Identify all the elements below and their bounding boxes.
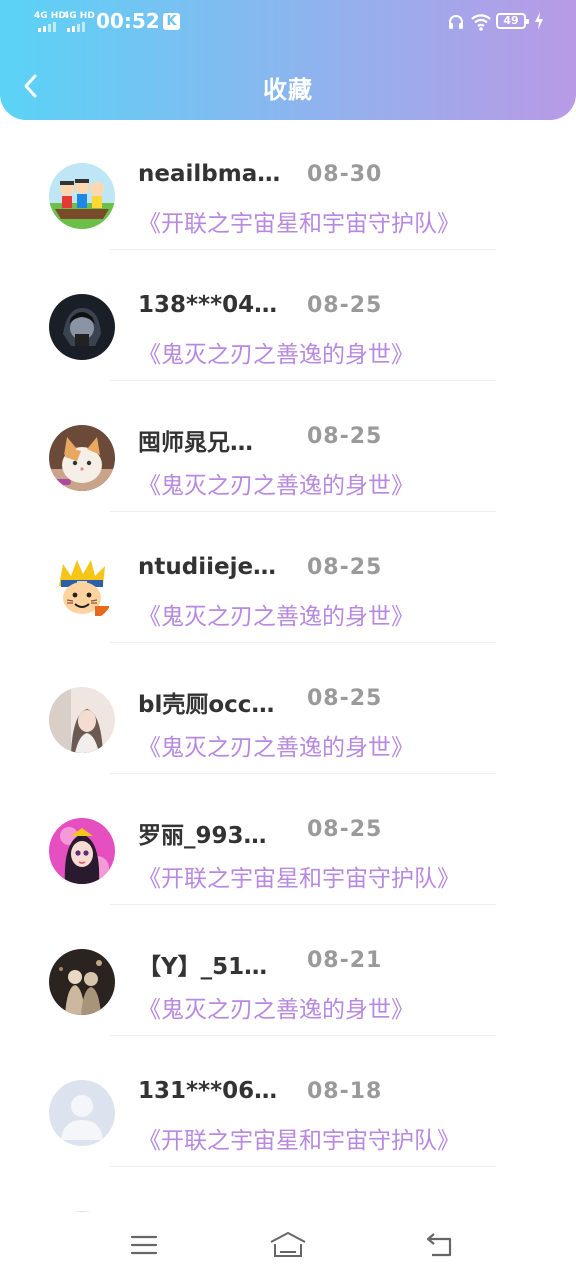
video-title-link[interactable]: 《开联之宇宙星和宇宙守护队》 bbox=[138, 1121, 460, 1155]
divider bbox=[110, 642, 496, 643]
return-button[interactable] bbox=[422, 1230, 456, 1264]
home-button[interactable] bbox=[268, 1230, 308, 1264]
sim1-label: 4G HD bbox=[34, 11, 66, 21]
menu-icon bbox=[128, 1235, 160, 1264]
divider bbox=[110, 380, 496, 381]
list-item[interactable]: ntudiieje… 08-25 《鬼灭之刃之善逸的身世》 bbox=[0, 513, 576, 644]
dark-anime-avatar[interactable] bbox=[49, 294, 115, 360]
divider bbox=[110, 511, 496, 512]
video-title-link[interactable]: 《鬼灭之刃之善逸的身世》 bbox=[138, 597, 414, 631]
girl-photo-avatar[interactable] bbox=[49, 687, 115, 753]
favorite-date: 08-21 bbox=[307, 948, 383, 973]
username: 【Y】_51… bbox=[138, 954, 268, 980]
app-header: 4G HD 4G HD 00:52 K 49 收藏 bbox=[0, 0, 576, 120]
divider bbox=[110, 1035, 496, 1036]
list-item[interactable]: 131***06… 08-18 《开联之宇宙星和宇宙守护队》 bbox=[0, 1037, 576, 1168]
favorite-date: 08-25 bbox=[307, 686, 383, 711]
system-nav-bar bbox=[0, 1212, 576, 1280]
naruto-avatar[interactable] bbox=[49, 556, 115, 622]
list-item[interactable] bbox=[0, 1168, 576, 1212]
favorite-date: 08-30 bbox=[307, 162, 383, 187]
list-item[interactable]: 138***04… 08-25 《鬼灭之刃之善逸的身世》 bbox=[0, 251, 576, 382]
username: bl壳厕occ… bbox=[138, 692, 275, 718]
signal-icon bbox=[38, 22, 56, 32]
username: 罗丽_993… bbox=[138, 823, 267, 849]
favorite-date: 08-25 bbox=[307, 555, 383, 580]
clock: 00:52 bbox=[96, 9, 160, 33]
battery-indicator: 49 bbox=[496, 13, 529, 29]
favorite-date: 08-25 bbox=[307, 817, 383, 842]
video-title-link[interactable]: 《鬼灭之刃之善逸的身世》 bbox=[138, 990, 414, 1024]
doll-avatar[interactable] bbox=[49, 818, 115, 884]
list-item[interactable]: bl壳厕occ… 08-25 《鬼灭之刃之善逸的身世》 bbox=[0, 644, 576, 775]
divider bbox=[110, 773, 496, 774]
divider bbox=[110, 249, 496, 250]
signal-icon bbox=[67, 22, 85, 32]
video-title-link[interactable]: 《开联之宇宙星和宇宙守护队》 bbox=[138, 859, 460, 893]
list-item[interactable]: 【Y】_51… 08-21 《鬼灭之刃之善逸的身世》 bbox=[0, 906, 576, 1037]
notification-badge: K bbox=[163, 13, 180, 30]
username: neailbma… bbox=[138, 161, 281, 187]
video-title-link[interactable]: 《鬼灭之刃之善逸的身世》 bbox=[138, 335, 414, 369]
username: ntudiieje… bbox=[138, 554, 277, 580]
return-icon bbox=[422, 1233, 456, 1264]
favorite-date: 08-18 bbox=[307, 1079, 383, 1104]
page-title: 收藏 bbox=[263, 76, 313, 104]
divider bbox=[110, 1166, 496, 1167]
sim2-label: 4G HD bbox=[63, 11, 95, 21]
video-title-link[interactable]: 《鬼灭之刃之善逸的身世》 bbox=[138, 466, 414, 500]
default-user-avatar[interactable] bbox=[49, 1080, 115, 1146]
cartoon-kids-avatar[interactable] bbox=[49, 163, 115, 229]
list-item[interactable]: 囤师晁兄… 08-25 《鬼灭之刃之善逸的身世》 bbox=[0, 382, 576, 513]
favorite-date: 08-25 bbox=[307, 424, 383, 449]
video-title-link[interactable]: 《开联之宇宙星和宇宙守护队》 bbox=[138, 204, 460, 238]
divider bbox=[110, 904, 496, 905]
list-item[interactable]: neailbma… 08-30 《开联之宇宙星和宇宙守护队》 bbox=[0, 120, 576, 251]
cat-avatar[interactable] bbox=[49, 425, 115, 491]
charging-icon bbox=[534, 12, 544, 34]
favorites-list: neailbma… 08-30 《开联之宇宙星和宇宙守护队》 138***04…… bbox=[0, 120, 576, 1212]
username: 囤师晁兄… bbox=[138, 430, 253, 456]
wifi-icon bbox=[470, 12, 492, 36]
status-bar: 4G HD 4G HD 00:52 K 49 bbox=[0, 0, 576, 44]
couple-photo-avatar[interactable] bbox=[49, 949, 115, 1015]
headphones-icon bbox=[446, 12, 466, 36]
list-item[interactable]: 罗丽_993… 08-25 《开联之宇宙星和宇宙守护队》 bbox=[0, 775, 576, 906]
home-icon bbox=[268, 1232, 308, 1264]
username: 138***04… bbox=[138, 292, 278, 318]
menu-button[interactable] bbox=[128, 1230, 160, 1264]
video-title-link[interactable]: 《鬼灭之刃之善逸的身世》 bbox=[138, 728, 414, 762]
username: 131***06… bbox=[138, 1078, 278, 1104]
favorite-date: 08-25 bbox=[307, 293, 383, 318]
